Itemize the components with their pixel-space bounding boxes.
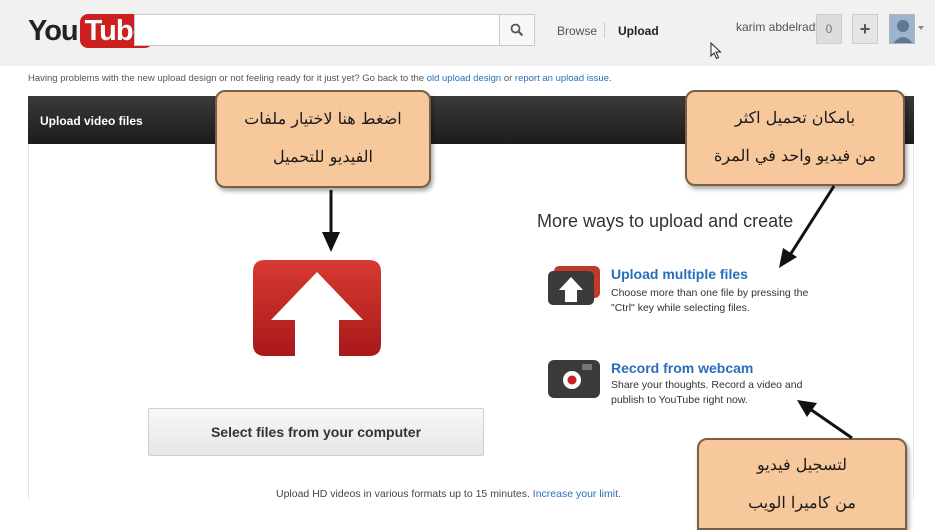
upload-limit-text: Upload HD videos in various formats up t… [276, 488, 530, 500]
notice-period: . [608, 73, 612, 84]
callout-select-files-line2: الفيديو للتحميل [273, 147, 373, 166]
search-button[interactable] [499, 14, 535, 46]
mouse-cursor-icon [710, 42, 722, 60]
upload-design-notice: Having problems with the new upload desi… [28, 73, 612, 84]
callout-select-files-line1: اضغط هنا لاختيار ملفات [244, 109, 402, 128]
search-icon [510, 23, 524, 37]
callout-multiple-files-line2: من فيديو واحد في المرة [714, 146, 876, 165]
add-button[interactable]: + [852, 14, 878, 44]
upload-limit-note: Upload HD videos in various formats up t… [276, 488, 621, 500]
upload-multiple-files-link[interactable]: Upload multiple files [611, 266, 748, 282]
callout-webcam-line2: من كاميرا الويب [748, 493, 856, 512]
avatar[interactable] [889, 14, 915, 44]
notice-text: Having problems with the new upload desi… [28, 73, 425, 84]
nav-upload-link[interactable]: Upload [618, 24, 659, 38]
nav-divider [604, 22, 605, 38]
upload-multiple-files-description: Choose more than one file by pressing th… [611, 287, 809, 314]
old-upload-design-link[interactable]: old upload design [427, 73, 501, 84]
record-webcam-description: Share your thoughts. Record a video and … [611, 379, 803, 406]
select-files-button[interactable]: Select files from your computer [148, 408, 484, 456]
callout-webcam: لتسجيل فيديو من كاميرا الويب [697, 438, 907, 530]
notification-count-button[interactable]: 0 [816, 14, 842, 44]
upload-header-title: Upload video files [40, 114, 143, 128]
logo-you-text: You [28, 14, 79, 47]
search-input[interactable] [134, 14, 500, 46]
nav-browse-link[interactable]: Browse [557, 24, 597, 38]
footer-period: . [618, 488, 621, 500]
avatar-caret-icon[interactable] [918, 26, 924, 30]
callout-multiple-files: بامكان تحميل اكثر من فيديو واحد في المرة [685, 90, 905, 186]
report-upload-issue-link[interactable]: report an upload issue [515, 73, 609, 84]
callout-select-files: اضغط هنا لاختيار ملفات الفيديو للتحميل [215, 90, 431, 188]
record-webcam-link[interactable]: Record from webcam [611, 360, 753, 376]
callout-webcam-line1: لتسجيل فيديو [757, 455, 847, 474]
user-silhouette-icon [890, 15, 914, 43]
notice-or-text: or [503, 73, 513, 84]
increase-limit-link[interactable]: Increase your limit [533, 488, 618, 500]
big-upload-arrow-icon[interactable] [251, 258, 383, 358]
callout-multiple-files-line1: بامكان تحميل اكثر [734, 108, 856, 127]
more-ways-heading: More ways to upload and create [537, 211, 794, 231]
username-link[interactable]: karim abdelrady [736, 20, 821, 34]
multi-upload-icon[interactable] [546, 266, 602, 306]
webcam-icon[interactable] [546, 360, 602, 400]
